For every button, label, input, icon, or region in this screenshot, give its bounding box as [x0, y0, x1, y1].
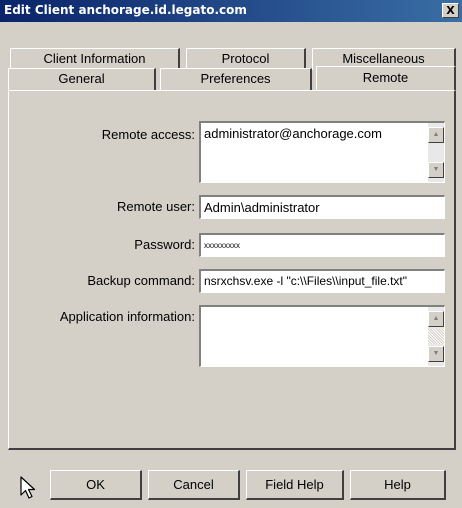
- ok-button[interactable]: OK: [50, 470, 142, 500]
- remote-access-field[interactable]: administrator@anchorage.com ▲ ▼: [199, 121, 445, 183]
- help-button-label: Help: [384, 477, 411, 492]
- tab-label: Miscellaneous: [342, 51, 425, 66]
- tab-label: Preferences: [200, 71, 271, 86]
- scroll-up-arrow-icon[interactable]: ▲: [428, 311, 444, 327]
- field-help-button-label: Field Help: [265, 477, 324, 492]
- remote-user-value: Admin\administrator: [204, 200, 320, 215]
- tab-protocol[interactable]: Protocol: [186, 48, 306, 70]
- password-field[interactable]: xxxxxxxxx: [199, 233, 445, 257]
- mouse-pointer-icon: [20, 476, 36, 499]
- application-information-label: Application information:: [59, 309, 195, 324]
- remote-access-label: Remote access:: [101, 127, 195, 142]
- tab-remote[interactable]: Remote: [316, 66, 456, 90]
- application-information-field[interactable]: ▲ ▼: [199, 305, 445, 367]
- password-value: xxxxxxxxx: [204, 241, 240, 250]
- remote-access-value: administrator@anchorage.com: [204, 126, 382, 141]
- help-button[interactable]: Help: [350, 470, 446, 500]
- tab-general[interactable]: General: [8, 68, 156, 90]
- close-button[interactable]: X: [442, 3, 459, 18]
- field-help-button[interactable]: Field Help: [246, 470, 344, 500]
- scrollbar-track[interactable]: [428, 329, 444, 344]
- tab-label: Client Information: [43, 51, 146, 66]
- application-information-scrollbar[interactable]: ▲ ▼: [428, 307, 444, 366]
- remote-access-scrollbar[interactable]: ▲ ▼: [428, 123, 444, 182]
- scroll-down-arrow-icon[interactable]: ▼: [428, 162, 444, 178]
- dialog-button-bar: OK Cancel Field Help Help: [8, 462, 456, 502]
- remote-user-label: Remote user:: [116, 199, 195, 214]
- cancel-button[interactable]: Cancel: [148, 470, 240, 500]
- tab-label: General: [58, 71, 105, 86]
- tab-label: Protocol: [221, 51, 270, 66]
- close-icon: X: [446, 4, 455, 17]
- backup-command-value: nsrxchsv.exe -l "c:\\Files\\input_file.t…: [204, 274, 408, 288]
- scroll-down-arrow-icon[interactable]: ▼: [428, 346, 444, 362]
- tab-label: Remote: [362, 70, 409, 85]
- edit-client-dialog: Edit Client anchorage.id.legato.com X Cl…: [0, 0, 462, 508]
- password-label: Password:: [134, 237, 195, 252]
- title-bar[interactable]: Edit Client anchorage.id.legato.com X: [0, 0, 462, 22]
- window-title: Edit Client anchorage.id.legato.com: [4, 3, 247, 17]
- scroll-up-arrow-icon[interactable]: ▲: [428, 127, 444, 143]
- remote-user-field[interactable]: Admin\administrator: [199, 195, 445, 219]
- tab-preferences[interactable]: Preferences: [160, 68, 312, 90]
- backup-command-field[interactable]: nsrxchsv.exe -l "c:\\Files\\input_file.t…: [199, 269, 445, 293]
- cancel-button-label: Cancel: [173, 477, 214, 492]
- backup-command-label: Backup command:: [87, 273, 195, 288]
- tab-client-information[interactable]: Client Information: [10, 48, 180, 70]
- remote-tab-panel: Remote access: administrator@anchorage.c…: [8, 90, 456, 450]
- ok-button-label: OK: [86, 477, 105, 492]
